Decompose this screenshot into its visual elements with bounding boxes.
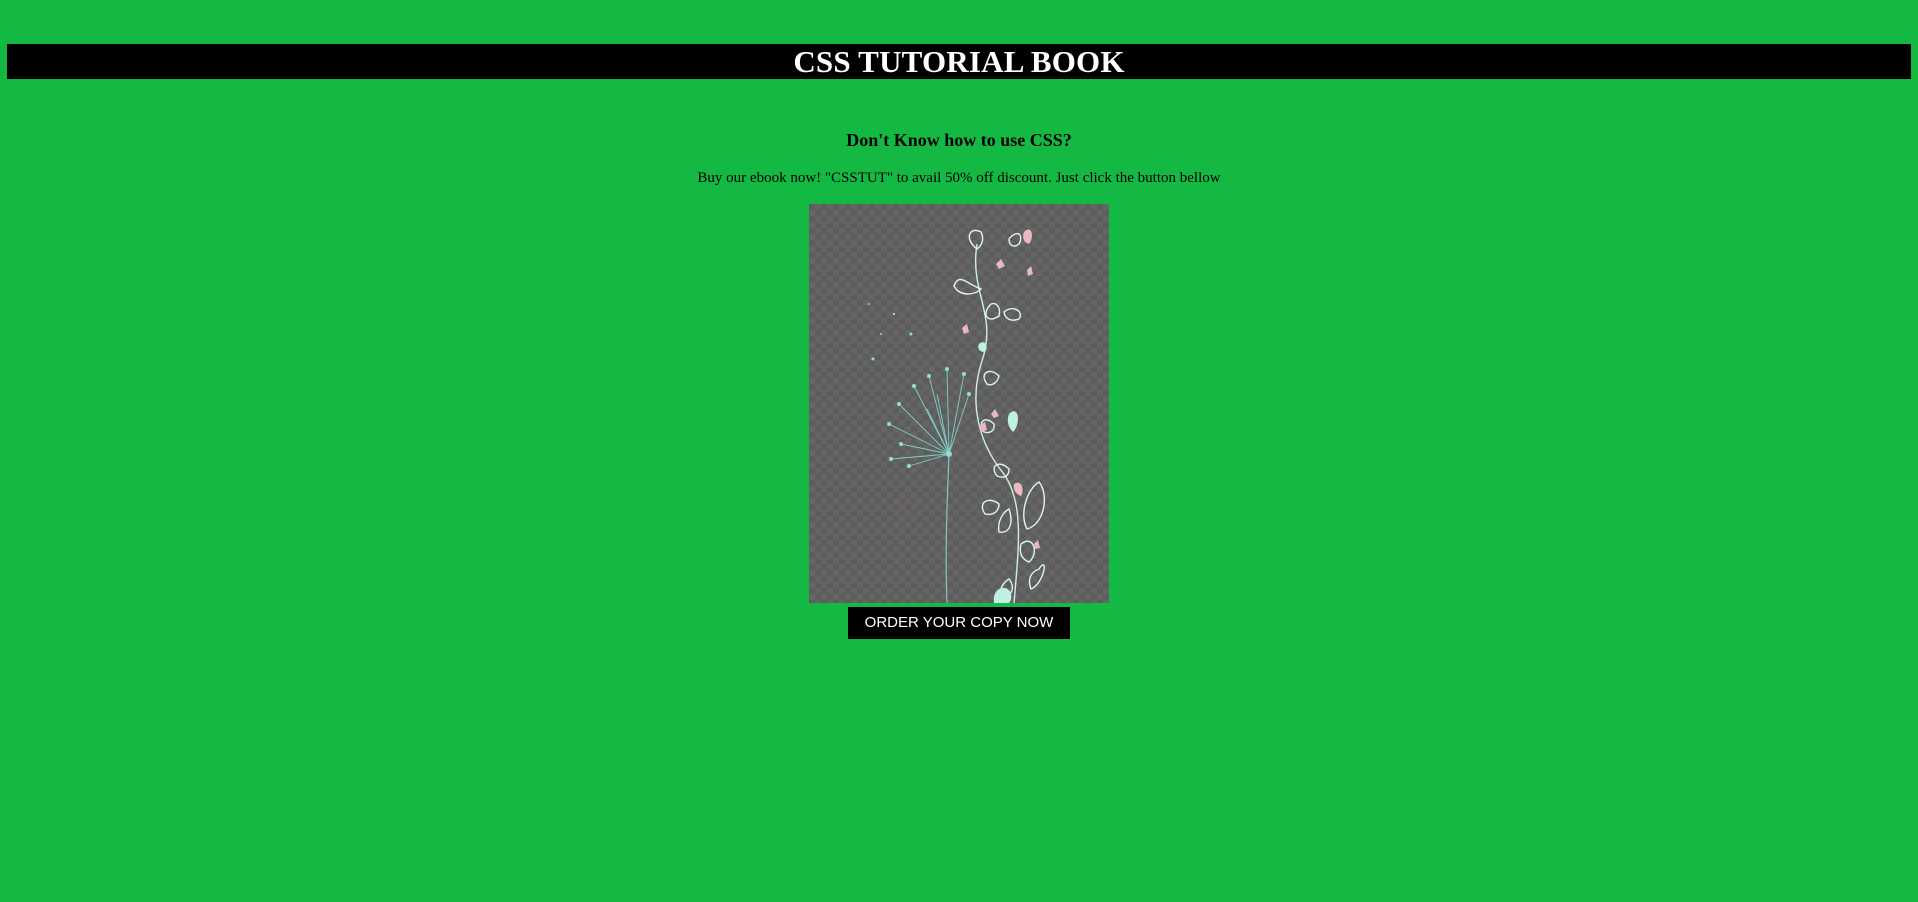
book-cover-image xyxy=(809,204,1109,603)
page-title: CSS TUTORIAL BOOK xyxy=(793,44,1125,79)
floral-illustration xyxy=(868,229,1046,603)
section-heading: Don't Know how to use CSS? xyxy=(846,130,1072,150)
promo-text: Buy our ebook now! "CSSTUT" to avail 50%… xyxy=(697,170,1221,186)
page: CSS TUTORIAL BOOK Don't Know how to use … xyxy=(0,0,1918,902)
order-copy-button[interactable]: ORDER YOUR COPY NOW xyxy=(848,607,1070,639)
title-bar: CSS TUTORIAL BOOK xyxy=(7,44,1911,79)
